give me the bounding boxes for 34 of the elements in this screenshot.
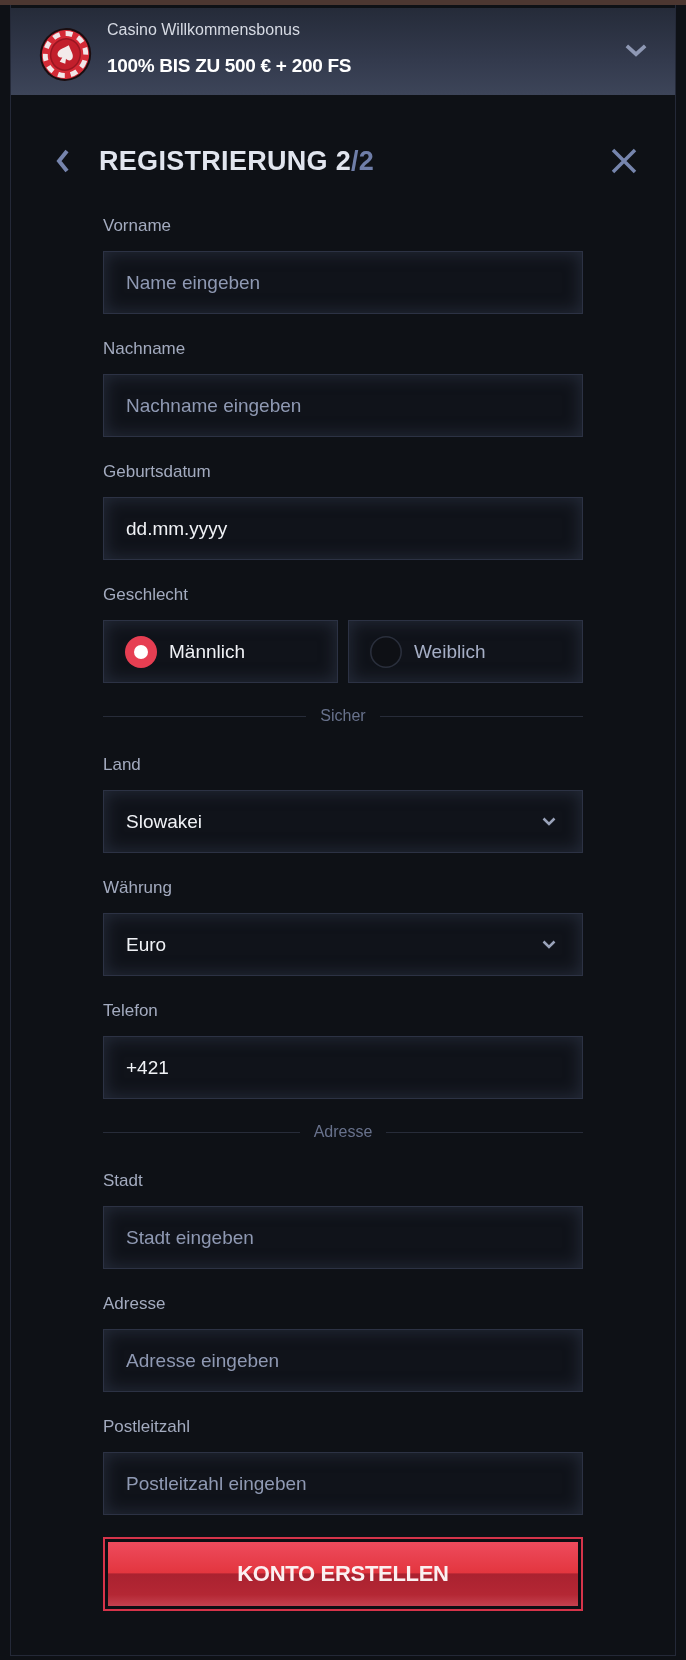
input-field[interactable]: Adresse eingeben xyxy=(103,1329,583,1392)
bonus-subtitle: Casino Willkommensbonus xyxy=(107,20,301,40)
field-label: Postleitzahl xyxy=(103,1417,191,1437)
field-label: Geburtsdatum xyxy=(103,462,212,482)
field-label: Geschlecht xyxy=(103,585,190,605)
field-label: Währung xyxy=(103,878,173,898)
close-icon[interactable] xyxy=(611,148,637,174)
input-field[interactable]: Nachname eingeben xyxy=(103,374,583,437)
input-field[interactable]: Stadt eingeben xyxy=(103,1206,583,1269)
chevron-down-icon xyxy=(542,817,556,826)
gender-option[interactable]: Männlich xyxy=(103,620,338,683)
page-title: REGISTRIERUNG 2/2 xyxy=(99,145,375,178)
create-account-button[interactable]: KONTO ERSTELLEN xyxy=(103,1537,583,1611)
field-label: Adresse xyxy=(103,1294,167,1314)
field-label: Nachname xyxy=(103,339,187,359)
field-label: Telefon xyxy=(103,1001,159,1021)
input-field[interactable]: dd.mm.yyyy xyxy=(103,497,583,560)
input-field[interactable]: Postleitzahl eingeben xyxy=(103,1452,583,1515)
dropdown-field[interactable]: Euro xyxy=(103,913,583,976)
promo-banner[interactable]: Casino Willkommensbonus 100% BIS ZU 500 € + 200 FS xyxy=(11,8,675,95)
poker-chip-icon xyxy=(39,28,92,81)
field-label: Stadt xyxy=(103,1171,144,1191)
chevron-down-icon[interactable] xyxy=(625,44,647,57)
chevron-down-icon xyxy=(542,940,556,949)
field-label: Vorname xyxy=(103,216,173,236)
field-label: Land xyxy=(103,755,142,775)
gender-option[interactable]: Weiblich xyxy=(348,620,583,683)
input-field[interactable]: +421 xyxy=(103,1036,583,1099)
section-label: Sicher xyxy=(319,706,367,726)
back-icon[interactable] xyxy=(56,149,70,173)
bonus-title: 100% BIS ZU 500 € + 200 FS xyxy=(107,54,352,78)
section-label: Adresse xyxy=(312,1122,374,1142)
input-field[interactable]: Name eingeben xyxy=(103,251,583,314)
dropdown-field[interactable]: Slowakei xyxy=(103,790,583,853)
